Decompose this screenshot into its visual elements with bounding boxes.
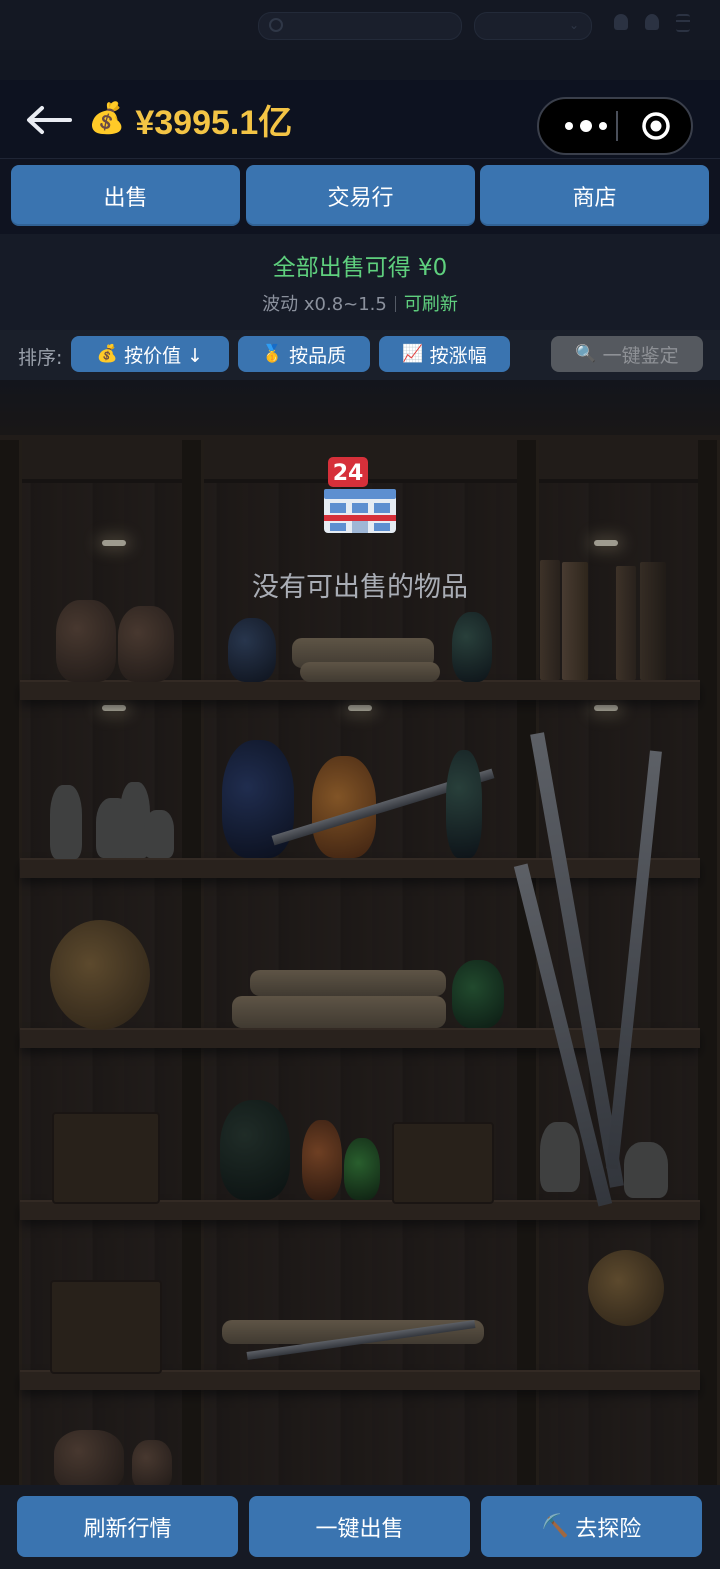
search-icon <box>269 18 283 32</box>
back-arrow-icon[interactable] <box>24 102 74 138</box>
sort-by-gain-label: 按涨幅 <box>429 344 487 367</box>
sort-by-quality-button[interactable]: 🥇 按品质 <box>238 336 370 372</box>
divider <box>394 296 396 312</box>
bottom-action-bar: 刷新行情 一键出售 ⛏️ 去探险 <box>0 1485 720 1569</box>
capsule-divider <box>616 111 618 141</box>
sell-all-button[interactable]: 一键出售 <box>249 1496 470 1557</box>
magnifier-icon: 🔍 <box>575 344 597 364</box>
pickaxe-icon: ⛏️ <box>541 1514 570 1539</box>
more-dots-icon[interactable] <box>557 114 615 138</box>
sell-summary: 全部出售可得 ¥0 波动 x0.8~1.5 可刷新 <box>0 234 720 330</box>
sort-by-value-label: 按价值 ↓ <box>124 344 204 367</box>
sort-by-gain-button[interactable]: 📈 按涨幅 <box>379 336 510 372</box>
sort-by-value-button[interactable]: 💰 按价值 ↓ <box>71 336 229 372</box>
identify-all-button[interactable]: 🔍 一键鉴定 <box>551 336 703 372</box>
tab-bar: 出售 交易行 商店 <box>11 165 709 226</box>
balance-value: ¥3995.1亿 <box>135 103 293 142</box>
search-field[interactable] <box>258 12 462 40</box>
tab-exchange[interactable]: 交易行 <box>246 165 475 226</box>
money-bag-icon: 💰 <box>96 344 119 364</box>
chart-up-icon: 📈 <box>402 344 424 364</box>
fluctuation-info: 波动 x0.8~1.5 可刷新 <box>0 290 720 316</box>
header: 💰 ¥3995.1亿 <box>0 80 720 159</box>
close-target-icon[interactable] <box>641 111 671 141</box>
sort-label: 排序: <box>18 347 63 369</box>
sort-by-quality-label: 按品质 <box>289 344 347 367</box>
spacer-band <box>0 50 720 80</box>
menu-icon[interactable] <box>676 14 690 32</box>
tab-shop[interactable]: 商店 <box>480 165 709 226</box>
identify-all-label: 一键鉴定 <box>602 344 679 367</box>
empty-state: 24 没有可出售的物品 <box>0 455 720 615</box>
browser-toolbar: ⌄ <box>0 0 720 51</box>
chevron-down-icon: ⌄ <box>568 18 579 32</box>
bell-icon[interactable] <box>614 14 628 30</box>
total-sale-value: 全部出售可得 ¥0 <box>272 255 448 281</box>
medal-icon: 🥇 <box>261 344 284 364</box>
fluctuation-range: 波动 x0.8~1.5 <box>262 294 387 315</box>
explore-label: 去探险 <box>575 1516 642 1542</box>
store-badge-number: 24 <box>333 461 364 486</box>
dropdown[interactable]: ⌄ <box>474 12 592 40</box>
refresh-market-button[interactable]: 刷新行情 <box>17 1496 238 1557</box>
explore-button[interactable]: ⛏️ 去探险 <box>481 1496 702 1557</box>
miniprogram-capsule <box>537 97 693 155</box>
convenience-store-icon: 24 <box>324 457 396 533</box>
user-icon[interactable] <box>645 14 659 30</box>
money-bag-icon: 💰 <box>88 101 126 136</box>
empty-message: 没有可出售的物品 <box>252 572 468 603</box>
refresh-status: 可刷新 <box>403 294 458 315</box>
sort-bar: 排序: 💰 按价值 ↓ 🥇 按品质 📈 按涨幅 🔍 一键鉴定 <box>0 330 720 380</box>
balance-display: 💰 ¥3995.1亿 <box>88 98 292 142</box>
tab-sell[interactable]: 出售 <box>11 165 240 226</box>
